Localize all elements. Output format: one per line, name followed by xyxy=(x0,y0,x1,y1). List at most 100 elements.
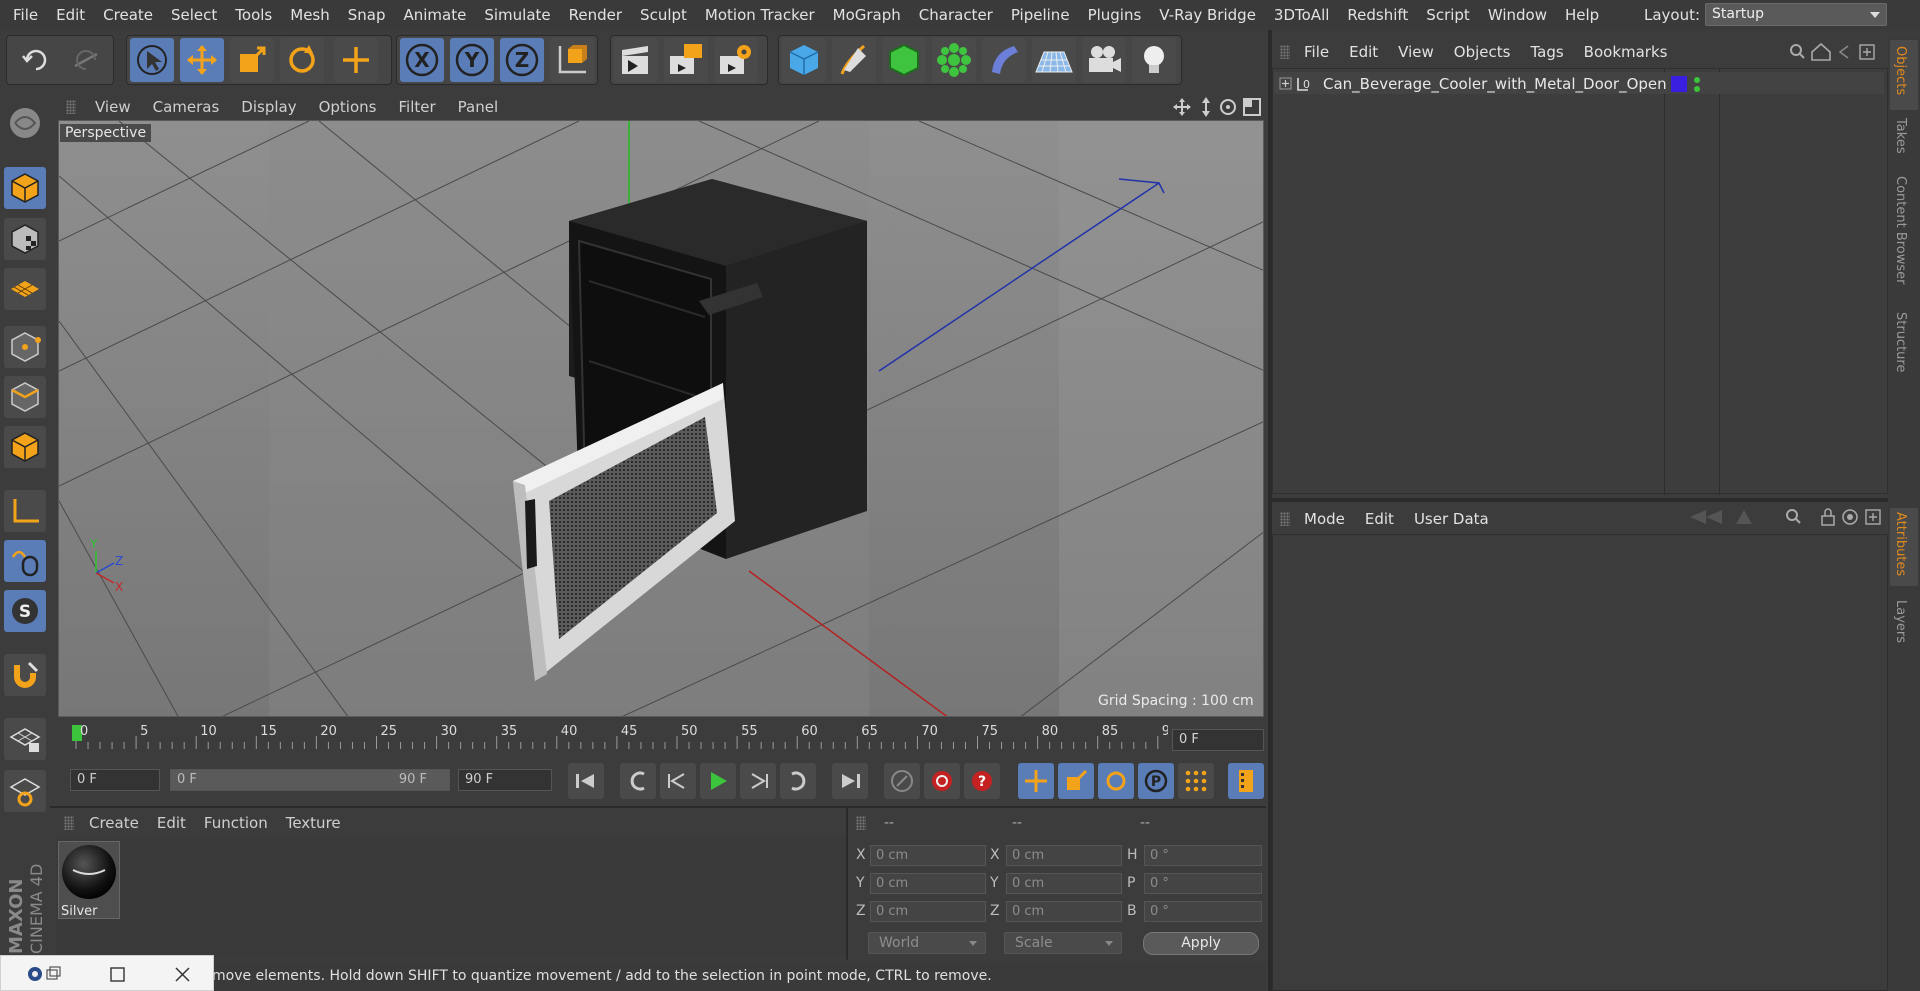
record-active-button[interactable] xyxy=(884,763,920,799)
material-menu-edit[interactable]: Edit xyxy=(148,814,195,832)
start-frame-field[interactable]: 0 F xyxy=(70,769,160,791)
model-mode-button[interactable] xyxy=(4,167,46,209)
side-tab-content-browser[interactable]: Content Browser xyxy=(1893,176,1908,285)
object-menu-objects[interactable]: Objects xyxy=(1444,43,1521,61)
subdivision-button[interactable] xyxy=(882,38,926,82)
object-menu-view[interactable]: View xyxy=(1388,43,1444,61)
redo-button[interactable] xyxy=(64,38,108,82)
side-tab-attributes[interactable]: Attributes xyxy=(1893,512,1908,576)
menu-sculpt[interactable]: Sculpt xyxy=(631,0,696,30)
object-menu-tags[interactable]: Tags xyxy=(1520,43,1573,61)
menu-select[interactable]: Select xyxy=(162,0,226,30)
pen-spline-button[interactable] xyxy=(832,38,876,82)
rotation-b-field[interactable]: 0 ° xyxy=(1144,901,1262,922)
polygons-mode-button[interactable] xyxy=(4,426,46,468)
next-key-button[interactable] xyxy=(780,763,816,799)
axis-mode-button[interactable] xyxy=(4,490,46,532)
menu-script[interactable]: Script xyxy=(1417,0,1479,30)
side-tab-objects[interactable]: Objects xyxy=(1893,46,1908,95)
menu-simulate[interactable]: Simulate xyxy=(475,0,559,30)
target-icon[interactable] xyxy=(1842,509,1858,525)
menu-tools[interactable]: Tools xyxy=(226,0,281,30)
cloner-button[interactable] xyxy=(932,38,976,82)
y-axis-lock-button[interactable]: Y xyxy=(450,38,494,82)
render-view-button[interactable] xyxy=(614,38,658,82)
menu-file[interactable]: File xyxy=(4,0,47,30)
object-name[interactable]: Can_Beverage_Cooler_with_Metal_Door_Open xyxy=(1323,75,1667,93)
orbit-view-icon[interactable] xyxy=(1220,99,1236,115)
restore-icon[interactable] xyxy=(46,966,61,980)
cube-object-button[interactable] xyxy=(782,38,826,82)
snap-toggle-button[interactable] xyxy=(4,654,46,696)
edges-mode-button[interactable] xyxy=(4,376,46,418)
key-parameter-button[interactable]: P xyxy=(1138,763,1174,799)
viewport-menu-options[interactable]: Options xyxy=(308,98,388,116)
zoom-view-icon[interactable] xyxy=(1202,97,1210,117)
position-y-field[interactable]: 0 cm xyxy=(870,873,986,894)
close-icon[interactable] xyxy=(175,967,190,982)
new-window-icon[interactable] xyxy=(1859,44,1875,60)
up-arrow-icon[interactable] xyxy=(1736,510,1752,524)
go-to-start-button[interactable] xyxy=(568,763,604,799)
menu-plugins[interactable]: Plugins xyxy=(1079,0,1151,30)
timeline-ruler[interactable]: 0 5 10 15 20 25 30 35 40 45 50 55 60 65 70 75 80 85 90 xyxy=(56,722,1178,752)
attribute-menu-mode[interactable]: Mode xyxy=(1294,510,1355,528)
attribute-menu-edit[interactable]: Edit xyxy=(1355,510,1404,528)
menu-vray-bridge[interactable]: V-Ray Bridge xyxy=(1150,0,1265,30)
floor-button[interactable] xyxy=(1032,38,1076,82)
live-transform-button[interactable] xyxy=(334,38,378,82)
keyframe-selection-button[interactable]: ? xyxy=(964,763,1000,799)
material-menu-texture[interactable]: Texture xyxy=(277,814,350,832)
make-editable-button[interactable] xyxy=(4,102,46,144)
viewport-menu-view[interactable]: View xyxy=(84,98,142,116)
key-pla-button[interactable] xyxy=(1178,763,1214,799)
visibility-dots-icon[interactable] xyxy=(1692,76,1702,94)
workplane-mode-button[interactable] xyxy=(4,268,46,310)
play-button[interactable] xyxy=(700,763,736,799)
side-tab-takes[interactable]: Takes xyxy=(1893,118,1908,154)
object-menu-bookmarks[interactable]: Bookmarks xyxy=(1574,43,1678,61)
back-arrow-icon[interactable] xyxy=(1690,510,1722,524)
points-mode-button[interactable] xyxy=(4,326,46,368)
menu-character[interactable]: Character xyxy=(910,0,1002,30)
undo-button[interactable] xyxy=(14,38,58,82)
render-picture-viewer-button[interactable] xyxy=(664,38,708,82)
size-x-field[interactable]: 0 cm xyxy=(1006,845,1122,866)
size-z-field[interactable]: 0 cm xyxy=(1006,901,1122,922)
camera-button[interactable] xyxy=(1082,38,1126,82)
perspective-viewport[interactable]: Y Z X xyxy=(58,120,1264,717)
light-button[interactable] xyxy=(1132,38,1176,82)
menu-edit[interactable]: Edit xyxy=(47,0,94,30)
rotation-h-field[interactable]: 0 ° xyxy=(1144,845,1262,866)
next-frame-button[interactable] xyxy=(740,763,776,799)
size-mode-select[interactable]: Scale xyxy=(1004,932,1122,954)
move-tool-button[interactable] xyxy=(180,38,224,82)
rotation-p-field[interactable]: 0 ° xyxy=(1144,873,1262,894)
object-menu-edit[interactable]: Edit xyxy=(1339,43,1388,61)
menu-3dtoall[interactable]: 3DToAll xyxy=(1265,0,1338,30)
tweak-mode-button[interactable] xyxy=(4,540,46,582)
material-menu-function[interactable]: Function xyxy=(195,814,277,832)
position-x-field[interactable]: 0 cm xyxy=(870,845,986,866)
maximize-view-icon[interactable] xyxy=(1243,98,1261,116)
z-axis-lock-button[interactable]: Z xyxy=(500,38,544,82)
menu-mograph[interactable]: MoGraph xyxy=(824,0,910,30)
side-tab-layers[interactable]: Layers xyxy=(1893,600,1908,643)
deformer-button[interactable] xyxy=(982,38,1026,82)
autokey-button[interactable] xyxy=(924,763,960,799)
menu-motion-tracker[interactable]: Motion Tracker xyxy=(696,0,824,30)
menu-help[interactable]: Help xyxy=(1556,0,1608,30)
key-position-button[interactable] xyxy=(1018,763,1054,799)
menu-window[interactable]: Window xyxy=(1479,0,1556,30)
lock-workplane-button[interactable] xyxy=(4,718,46,760)
attribute-menu-user-data[interactable]: User Data xyxy=(1404,510,1499,528)
scale-tool-button[interactable] xyxy=(230,38,274,82)
menu-animate[interactable]: Animate xyxy=(395,0,476,30)
pan-view-icon[interactable] xyxy=(1173,98,1191,116)
viewport-menu-cameras[interactable]: Cameras xyxy=(142,98,231,116)
menu-create[interactable]: Create xyxy=(94,0,162,30)
size-y-field[interactable]: 0 cm xyxy=(1006,873,1122,894)
texture-mode-button[interactable] xyxy=(4,218,46,260)
material-menu-create[interactable]: Create xyxy=(80,814,148,832)
maximize-icon[interactable] xyxy=(110,967,125,982)
